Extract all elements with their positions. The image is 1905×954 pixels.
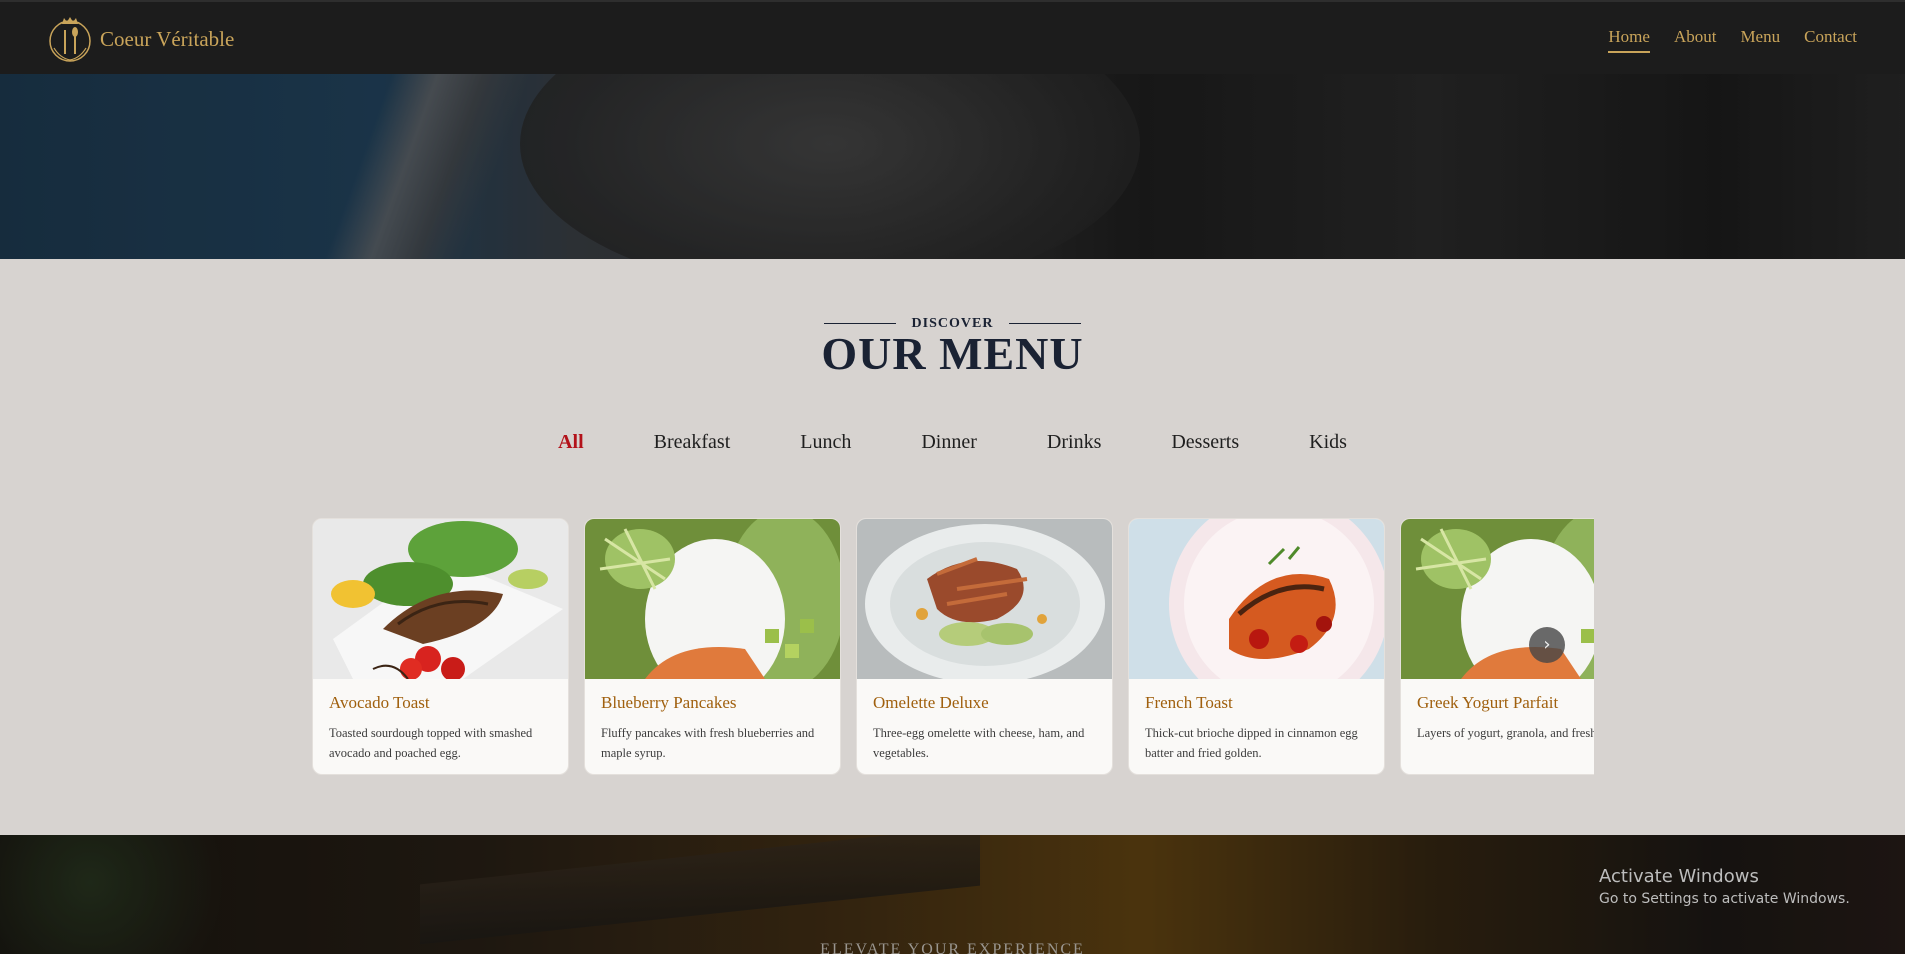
chevron-right-icon: › — [1543, 634, 1551, 655]
item-description: Fluffy pancakes with fresh blueberries a… — [601, 726, 815, 760]
item-name: Greek Yogurt Parfait — [1417, 693, 1559, 712]
tab-dinner[interactable]: Dinner — [886, 431, 1012, 454]
tab-lunch[interactable]: Lunch — [765, 431, 886, 454]
item-description: Toasted sourdough topped with smashed av… — [329, 726, 533, 760]
item-description: Three-egg omelette with cheese, ham, and… — [873, 726, 1085, 760]
brand-logo[interactable]: Coeur Véritable — [46, 14, 234, 64]
brand-name: Coeur Véritable — [100, 26, 235, 51]
food-photo — [1401, 519, 1594, 679]
nav-link-about[interactable]: About — [1674, 27, 1717, 53]
menu-card[interactable]: Omelette Deluxe Three-egg omelette with … — [856, 518, 1113, 775]
menu-card[interactable]: French Toast Thick-cut brioche dipped in… — [1128, 518, 1385, 775]
item-name: Blueberry Pancakes — [601, 693, 737, 712]
menu-section: DISCOVER OUR MENU All Breakfast Lunch Di… — [0, 259, 1905, 835]
item-name: French Toast — [1145, 693, 1233, 712]
tab-desserts[interactable]: Desserts — [1136, 431, 1274, 454]
item-description: Layers of yogurt, granola, and fresh ber… — [1417, 726, 1594, 740]
item-description: Thick-cut brioche dipped in cinnamon egg… — [1145, 726, 1358, 760]
tab-all[interactable]: All — [523, 431, 619, 454]
nav-link-home[interactable]: Home — [1608, 27, 1650, 53]
hero-image — [0, 74, 1905, 259]
food-photo — [585, 519, 840, 679]
tab-kids[interactable]: Kids — [1274, 431, 1382, 454]
top-nav: Coeur Véritable Home About Menu Contact — [0, 0, 1905, 74]
banner-kicker: ELEVATE YOUR EXPERIENCE — [820, 941, 1085, 954]
watermark-title: Activate Windows — [1599, 866, 1759, 887]
item-name: Omelette Deluxe — [873, 693, 989, 712]
watermark-subtitle: Go to Settings to activate Windows. — [1599, 891, 1850, 907]
nav-link-menu[interactable]: Menu — [1740, 27, 1780, 53]
food-photo — [857, 519, 1112, 679]
food-photo — [313, 519, 568, 679]
tab-breakfast[interactable]: Breakfast — [619, 431, 766, 454]
crown-cutlery-icon — [49, 17, 91, 62]
section-title: OUR MENU — [821, 328, 1084, 379]
nav-links: Home About Menu Contact — [1608, 27, 1857, 53]
menu-category-tabs: All Breakfast Lunch Dinner Drinks Desser… — [0, 431, 1905, 454]
divider — [823, 323, 896, 324]
windows-activation-watermark: Activate Windows Go to Settings to activ… — [1599, 866, 1850, 907]
food-photo — [1129, 519, 1384, 679]
item-name: Avocado Toast — [329, 693, 430, 712]
tab-drinks[interactable]: Drinks — [1012, 431, 1136, 454]
menu-card[interactable]: Avocado Toast Toasted sourdough topped w… — [312, 518, 569, 775]
menu-carousel: Avocado Toast Toasted sourdough topped w… — [312, 518, 1594, 775]
divider — [1009, 323, 1082, 324]
carousel-next-button[interactable]: › — [1529, 627, 1565, 663]
menu-card[interactable]: Blueberry Pancakes Fluffy pancakes with … — [584, 518, 841, 775]
nav-link-contact[interactable]: Contact — [1804, 27, 1857, 53]
